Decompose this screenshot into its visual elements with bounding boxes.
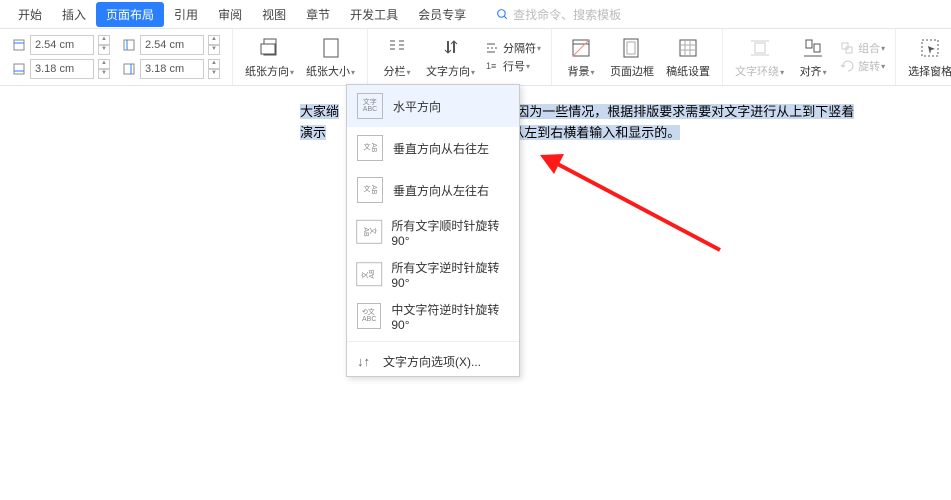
tab-chapter[interactable]: 章节 <box>296 2 340 27</box>
horizontal-icon: 文字ABC <box>357 93 383 119</box>
margin-top2-input[interactable] <box>140 35 204 55</box>
margin-bottom2-input[interactable] <box>140 59 204 79</box>
spinner[interactable]: ▲▼ <box>98 59 110 79</box>
margin-top2-icon <box>122 38 136 52</box>
separator <box>347 341 519 342</box>
direction-vertical-ltr[interactable]: 文AB 垂直方向从左往右 <box>347 169 519 211</box>
tab-review[interactable]: 审阅 <box>208 2 252 27</box>
vertical-rtl-icon: AB文 <box>357 135 383 161</box>
selected-text: 大家绱 <box>300 104 339 119</box>
margin-bottom-input[interactable] <box>30 59 94 79</box>
rotate-cw-icon: 文AB <box>356 220 382 244</box>
text-direction-button[interactable]: 文字方向▾ <box>420 31 481 83</box>
paper-size-icon <box>318 35 344 61</box>
group-button[interactable]: 组合▾ <box>840 40 885 56</box>
selected-text: 演示 <box>300 125 326 140</box>
paper-orientation-button[interactable]: 纸张方向▾ <box>239 31 300 83</box>
selected-text: 从左到右横着输入和显示的。 <box>511 125 680 140</box>
text-direction-dropdown: 文字ABC 水平方向 AB文 垂直方向从右往左 文AB 垂直方向从左往右 文AB… <box>346 84 520 377</box>
cn-ccw-icon: ⟲文ABC <box>357 303 381 329</box>
search-placeholder: 查找命令、搜索模板 <box>513 6 621 23</box>
direction-cn-ccw[interactable]: ⟲文ABC 中文字符逆时针旋转90° <box>347 295 519 337</box>
line-number-button[interactable]: 1≡行号▾ <box>485 58 541 74</box>
align-icon <box>800 35 826 61</box>
text-direction-icon <box>438 35 464 61</box>
tab-view[interactable]: 视图 <box>252 2 296 27</box>
tab-reference[interactable]: 引用 <box>164 2 208 27</box>
group-icon <box>840 41 854 55</box>
columns-button[interactable]: 分栏▾ <box>374 31 420 83</box>
columns-icon <box>384 35 410 61</box>
rotate-icon <box>840 59 854 73</box>
background-button[interactable]: 背景▾ <box>558 31 604 83</box>
direction-vertical-rtl[interactable]: AB文 垂直方向从右往左 <box>347 127 519 169</box>
margin-bottom-icon <box>12 62 26 76</box>
tab-page-layout[interactable]: 页面布局 <box>96 2 164 27</box>
selected-text: 因为一些情况，根据排版要求需要对文字进行从上到下竖着 <box>516 104 854 119</box>
spinner[interactable]: ▲▼ <box>98 35 110 55</box>
text-wrap-button[interactable]: 文字环绕▾ <box>729 31 790 83</box>
tab-bar: 开始 插入 页面布局 引用 审阅 视图 章节 开发工具 会员专享 查找命令、搜索… <box>0 0 951 28</box>
rotate-ccw-icon: 文AB <box>356 262 382 286</box>
direction-rotate-ccw[interactable]: 文AB 所有文字逆时针旋转90° <box>347 253 519 295</box>
svg-text:1≡: 1≡ <box>486 61 496 71</box>
direction-horizontal[interactable]: 文字ABC 水平方向 <box>347 85 519 127</box>
margin-bottom2-icon <box>122 62 136 76</box>
page-border-icon <box>619 35 645 61</box>
search-box[interactable]: 查找命令、搜索模板 <box>496 6 621 23</box>
break-icon <box>485 41 499 55</box>
select-pane-icon <box>917 35 943 61</box>
spinner[interactable]: ▲▼ <box>208 59 220 79</box>
tab-start[interactable]: 开始 <box>8 2 52 27</box>
margin-top-icon <box>12 38 26 52</box>
paper-orientation-icon <box>257 35 283 61</box>
paper-size-button[interactable]: 纸张大小▾ <box>300 31 361 83</box>
text-direction-options[interactable]: ↓↑ 文字方向选项(X)... <box>347 346 519 376</box>
break-button[interactable]: 分隔符▾ <box>485 40 541 56</box>
line-number-icon: 1≡ <box>485 59 499 73</box>
rotate-button[interactable]: 旋转▾ <box>840 58 885 74</box>
vertical-ltr-icon: 文AB <box>357 177 383 203</box>
grid-setting-icon <box>675 35 701 61</box>
margin-top-input[interactable] <box>30 35 94 55</box>
options-icon: ↓↑ <box>357 354 373 369</box>
text-wrap-icon <box>747 35 773 61</box>
select-pane-button[interactable]: 选择窗格 <box>902 31 951 83</box>
search-icon <box>496 8 509 21</box>
tab-member[interactable]: 会员专享 <box>408 2 476 27</box>
tab-dev-tools[interactable]: 开发工具 <box>340 2 408 27</box>
page-border-button[interactable]: 页面边框 <box>604 31 660 83</box>
direction-rotate-cw[interactable]: 文AB 所有文字顺时针旋转90° <box>347 211 519 253</box>
background-icon <box>568 35 594 61</box>
margin-group: ▲▼ ▲▼ ▲▼ ▲▼ <box>0 29 233 85</box>
ribbon: ▲▼ ▲▼ ▲▼ ▲▼ 纸张方向▾ <box>0 28 951 86</box>
spinner[interactable]: ▲▼ <box>208 35 220 55</box>
align-button[interactable]: 对齐▾ <box>790 31 836 83</box>
tab-insert[interactable]: 插入 <box>52 2 96 27</box>
grid-setting-button[interactable]: 稿纸设置 <box>660 31 716 83</box>
